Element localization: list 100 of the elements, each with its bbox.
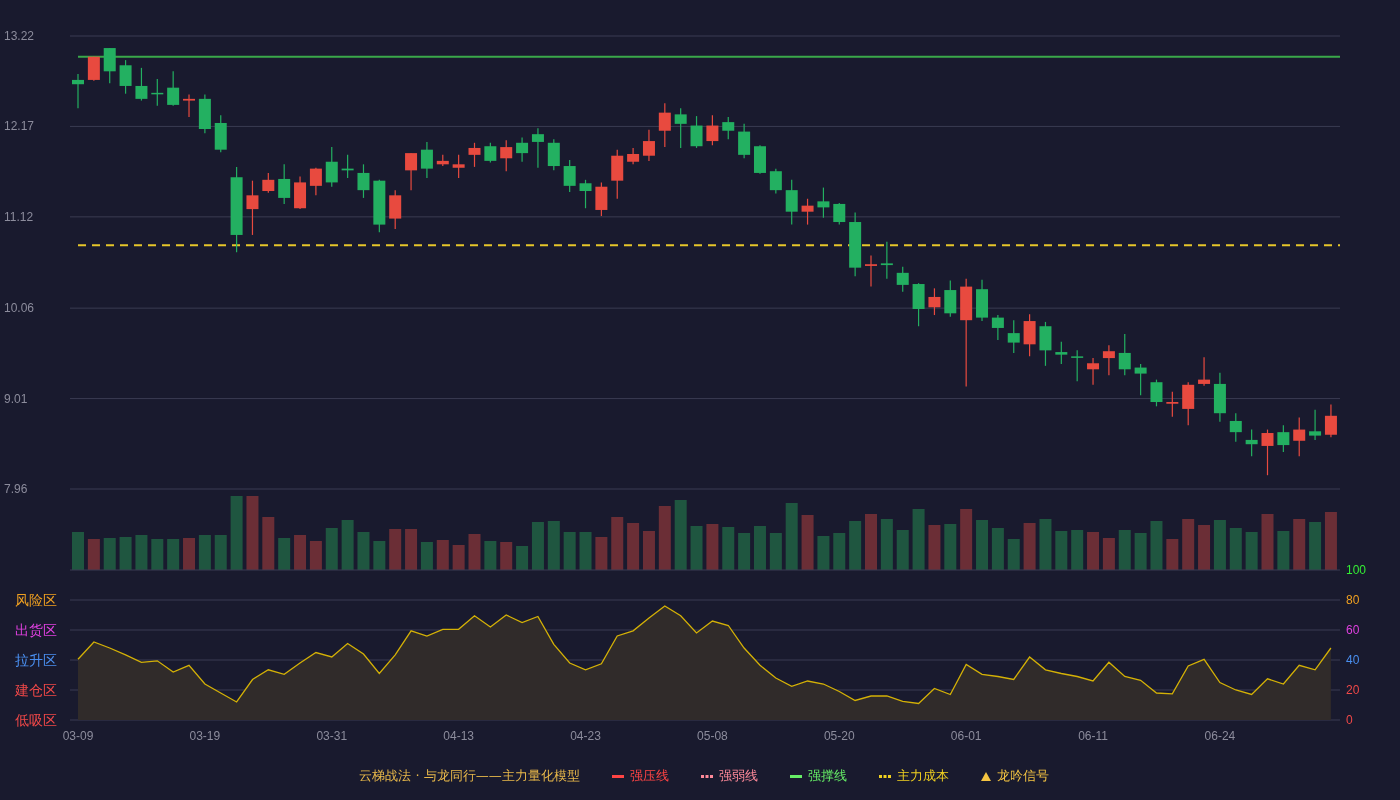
candlestick — [309, 167, 322, 196]
candlestick — [563, 159, 576, 193]
candlestick — [167, 70, 180, 107]
candlestick — [1182, 381, 1195, 426]
axis-label: 10.06 — [4, 301, 35, 316]
axis-label: 100 — [1346, 563, 1367, 577]
candlestick — [611, 149, 624, 200]
candlestick — [341, 154, 354, 179]
candlestick — [865, 255, 877, 288]
candlestick — [722, 116, 735, 140]
axis-label: 06-11 — [1078, 729, 1108, 743]
axis-label: 40 — [1346, 653, 1360, 667]
axis-label: 05-08 — [697, 729, 728, 743]
candlestick — [468, 142, 481, 168]
candlestick — [706, 114, 719, 146]
candlestick — [912, 282, 925, 327]
candlestick — [991, 314, 1004, 341]
candlestick — [690, 115, 703, 149]
axis-label: 20 — [1346, 683, 1360, 697]
candlestick — [357, 163, 370, 199]
axis-label: 7.96 — [4, 482, 28, 496]
candlestick — [595, 181, 608, 217]
candlestick — [1102, 344, 1115, 376]
zone-label: 建仓区 — [15, 682, 57, 698]
candlestick — [880, 241, 893, 280]
candlestick — [1007, 319, 1020, 354]
candlestick — [627, 147, 640, 165]
candlestick — [198, 93, 211, 134]
candlestick — [531, 127, 544, 169]
candlestick — [262, 172, 275, 194]
candlestick — [579, 179, 592, 209]
candlestick — [1324, 404, 1337, 438]
axis-label: 13.22 — [4, 29, 35, 43]
candlestick — [1309, 409, 1322, 441]
candlestick — [373, 179, 386, 233]
candlestick — [769, 168, 782, 195]
candlestick — [119, 59, 132, 95]
candlestick — [849, 211, 862, 277]
candlestick — [1087, 357, 1100, 386]
legend-label: 强压线 — [629, 767, 669, 785]
candlestick — [1118, 333, 1131, 376]
candlestick — [135, 67, 148, 102]
axis-label: 05-20 — [823, 729, 855, 743]
candlestick — [1055, 341, 1068, 365]
candlestick — [1213, 372, 1226, 423]
axis-label: 03-09 — [62, 729, 94, 743]
candlestick — [452, 154, 465, 179]
candlestick — [1039, 321, 1052, 367]
axis-label: 06-01 — [950, 729, 982, 743]
legend-label: 强弱线 — [718, 767, 758, 785]
candlestick — [754, 144, 766, 175]
axis-label: 60 — [1346, 623, 1360, 637]
axis-label: 06-24 — [1204, 729, 1236, 743]
candlestick — [1150, 379, 1163, 407]
candlestick — [896, 266, 909, 293]
candlestick — [833, 202, 846, 226]
candlestick — [801, 198, 814, 226]
candlestick — [976, 279, 988, 322]
candlestick — [658, 102, 671, 148]
zone-label: 出货区 — [15, 622, 57, 638]
axis-label: 9.01 — [4, 391, 28, 406]
legend-label: 强撑线 — [807, 767, 847, 785]
zone-label: 低吸区 — [15, 712, 57, 728]
axis-label: 03-31 — [316, 729, 348, 743]
legend-title: 云梯战法 · 与龙同行——主力量化模型 — [359, 767, 580, 785]
zone-label: 拉升区 — [15, 652, 57, 668]
candlestick — [278, 163, 291, 205]
candlestick — [389, 189, 402, 230]
candlestick — [1277, 424, 1290, 453]
candlestick — [1261, 428, 1274, 476]
candlestick — [1229, 412, 1242, 443]
candlestick — [484, 142, 497, 164]
legend-label: 主力成本 — [896, 767, 949, 785]
axis-label: 04-23 — [570, 729, 601, 743]
candlestick — [151, 78, 164, 107]
candlestick — [72, 73, 84, 109]
candlestick — [87, 56, 100, 82]
candlestick — [183, 93, 195, 118]
axis-label: 80 — [1346, 593, 1360, 607]
candlestick — [738, 123, 751, 159]
candlestick — [674, 107, 687, 149]
zone-label: 风险区 — [15, 592, 57, 608]
candlestick — [294, 175, 307, 210]
axis-label: 12.17 — [4, 119, 35, 134]
candlestick — [246, 180, 259, 236]
candlestick — [436, 154, 449, 167]
candlestick — [928, 287, 941, 316]
candlestick — [1071, 349, 1084, 382]
axis-label: 11.12 — [4, 209, 34, 224]
candlestick — [817, 186, 830, 219]
candlestick — [1245, 428, 1258, 457]
candlestick — [642, 129, 655, 162]
legend-label: 龙吟信号 — [996, 767, 1049, 785]
candlestick — [500, 139, 513, 172]
axis-label: 03-19 — [189, 729, 221, 743]
candlestick — [1134, 363, 1147, 396]
candlestick — [103, 47, 116, 84]
candlestick — [516, 137, 529, 163]
candlestick — [405, 152, 418, 191]
candlestick — [1293, 416, 1306, 457]
